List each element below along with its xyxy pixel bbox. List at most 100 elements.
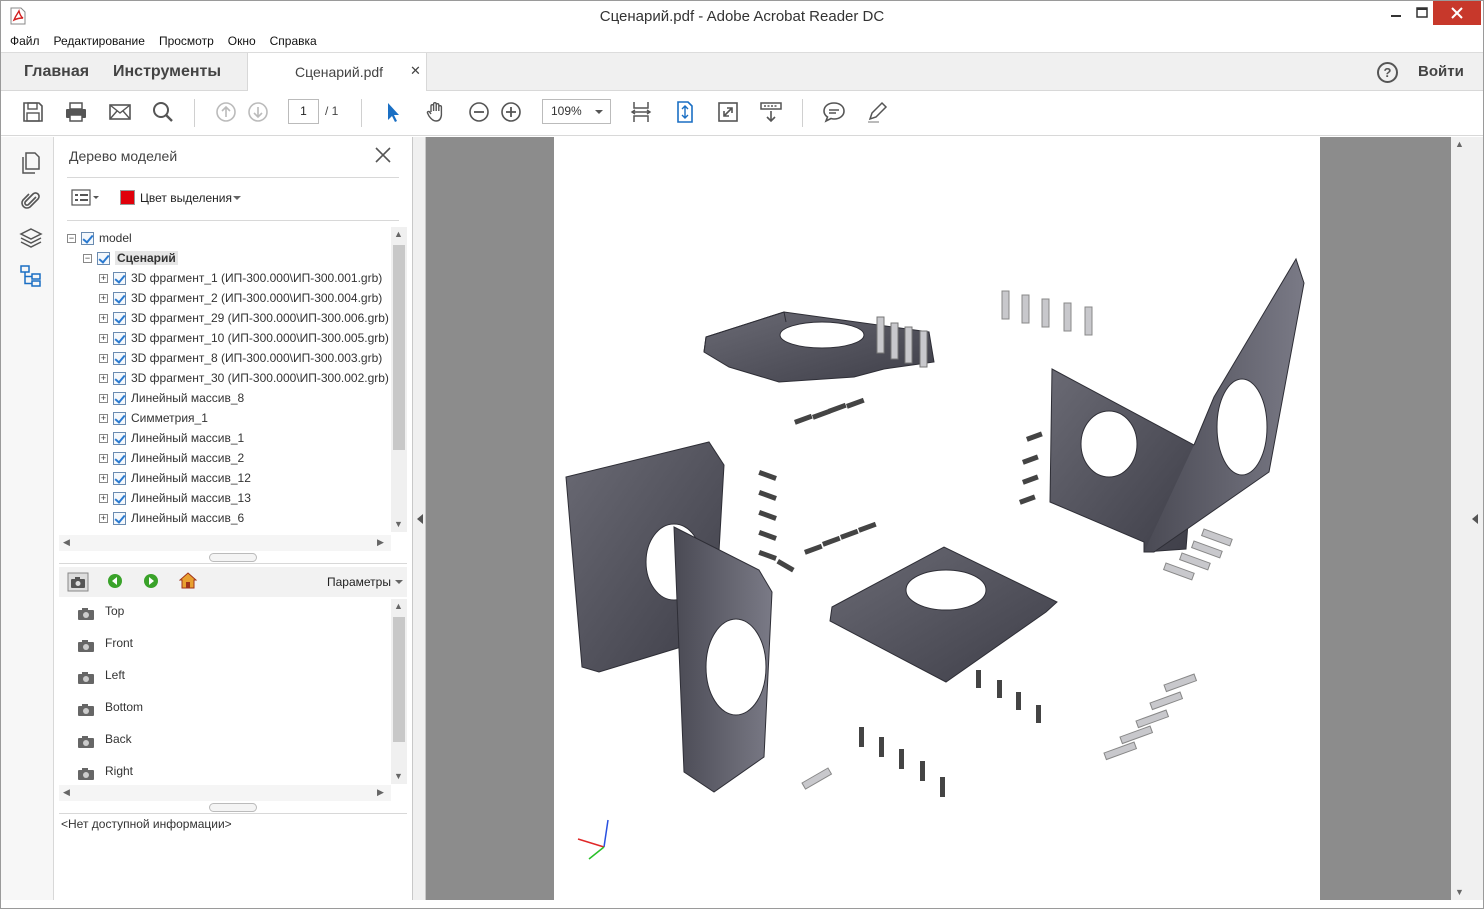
node-checkbox[interactable] — [113, 392, 126, 405]
scroll-left-arrow-icon[interactable]: ◀ — [63, 537, 70, 548]
expand-icon[interactable]: + — [99, 314, 108, 323]
view-item[interactable]: Bottom — [59, 695, 379, 723]
scrollbar-thumb[interactable] — [393, 245, 405, 450]
tab-tools[interactable]: Инструменты — [113, 63, 221, 81]
model-tree-icon[interactable] — [19, 264, 43, 288]
view-item[interactable]: Left — [59, 663, 379, 691]
node-checkbox[interactable] — [113, 352, 126, 365]
chevron-down-icon[interactable] — [395, 580, 403, 584]
print-icon[interactable] — [64, 100, 88, 124]
scroll-down-arrow-icon[interactable]: ▼ — [394, 519, 403, 529]
expand-icon[interactable]: + — [99, 334, 108, 343]
close-panel-icon[interactable] — [373, 145, 393, 165]
full-screen-icon[interactable] — [716, 100, 740, 124]
node-checkbox[interactable] — [113, 412, 126, 425]
expand-icon[interactable]: + — [99, 294, 108, 303]
attachments-icon[interactable] — [19, 189, 43, 213]
pdf-page-3d-view[interactable] — [554, 137, 1320, 900]
views-params-label[interactable]: Параметры — [327, 575, 391, 589]
scroll-up-arrow-icon[interactable]: ▲ — [394, 229, 403, 239]
hand-icon[interactable] — [424, 100, 448, 124]
menu-help[interactable]: Справка — [261, 32, 322, 48]
page-number-input[interactable]: 1 — [288, 99, 319, 124]
node-checkbox[interactable] — [113, 292, 126, 305]
node-checkbox[interactable] — [113, 512, 126, 525]
pane-splitter[interactable] — [209, 803, 257, 812]
expand-icon[interactable]: + — [99, 414, 108, 423]
expand-icon[interactable]: + — [99, 274, 108, 283]
page-up-icon[interactable] — [214, 100, 238, 124]
expand-right-pane-icon[interactable] — [1471, 513, 1479, 525]
view-item[interactable]: Right — [59, 759, 379, 787]
expand-icon[interactable]: + — [99, 474, 108, 483]
menu-window[interactable]: Окно — [219, 32, 261, 48]
right-pane-handle[interactable] — [1467, 137, 1483, 900]
scroll-up-arrow-icon[interactable]: ▲ — [1455, 139, 1464, 149]
page-down-icon[interactable] — [246, 100, 270, 124]
scroll-right-arrow-icon[interactable]: ▶ — [377, 537, 384, 548]
expand-icon[interactable]: + — [99, 514, 108, 523]
document-scrollbar[interactable]: ▲ ▼ — [1451, 137, 1467, 900]
expand-icon[interactable]: + — [99, 354, 108, 363]
panel-collapse-handle[interactable] — [413, 137, 426, 900]
document-tab[interactable]: Сценарий.pdf ✕ — [247, 53, 427, 92]
3d-model-render[interactable] — [554, 137, 1320, 900]
views-scrollbar[interactable]: ▲ ▼ — [391, 599, 407, 784]
node-checkbox[interactable] — [113, 272, 126, 285]
scroll-right-arrow-icon[interactable]: ▶ — [377, 787, 384, 798]
node-checkbox[interactable] — [113, 472, 126, 485]
tree-options-icon[interactable] — [71, 189, 101, 207]
close-window-icon[interactable] — [1433, 1, 1481, 25]
node-checkbox[interactable] — [81, 232, 94, 245]
node-checkbox[interactable] — [113, 332, 126, 345]
expand-icon[interactable]: + — [99, 454, 108, 463]
scroll-up-arrow-icon[interactable]: ▲ — [394, 601, 403, 611]
pane-splitter[interactable] — [209, 553, 257, 562]
help-icon[interactable]: ? — [1377, 62, 1398, 83]
page-thumbnails-icon[interactable] — [19, 151, 43, 175]
expand-icon[interactable]: + — [99, 494, 108, 503]
menu-file[interactable]: Файл — [1, 32, 45, 48]
node-checkbox[interactable] — [113, 312, 126, 325]
scroll-down-arrow-icon[interactable]: ▼ — [394, 771, 403, 781]
signin-button[interactable]: Войти — [1418, 63, 1464, 80]
tree-hscrollbar[interactable]: ◀ ▶ — [59, 535, 391, 551]
node-checkbox[interactable] — [97, 252, 110, 265]
scroll-left-arrow-icon[interactable]: ◀ — [63, 787, 70, 798]
node-checkbox[interactable] — [113, 432, 126, 445]
camera-settings-icon[interactable] — [67, 572, 89, 592]
scrollbar-thumb[interactable] — [393, 617, 405, 742]
menu-view[interactable]: Просмотр — [150, 32, 219, 48]
view-item[interactable]: Top — [59, 599, 379, 627]
expand-icon[interactable]: + — [99, 374, 108, 383]
menu-edit[interactable]: Редактирование — [45, 32, 150, 48]
fit-page-icon[interactable] — [673, 100, 697, 124]
scroll-down-arrow-icon[interactable]: ▼ — [1455, 887, 1464, 897]
tab-home[interactable]: Главная — [24, 63, 89, 81]
node-checkbox[interactable] — [113, 452, 126, 465]
layers-icon[interactable] — [19, 226, 43, 250]
view-item[interactable]: Front — [59, 631, 379, 659]
zoom-in-icon[interactable] — [499, 100, 523, 124]
chevron-down-icon[interactable] — [233, 196, 241, 200]
read-mode-icon[interactable] — [759, 100, 783, 124]
highlight-color-swatch[interactable] — [120, 190, 135, 205]
tree-scrollbar[interactable]: ▲ ▼ — [391, 227, 407, 532]
views-hscrollbar[interactable]: ◀ ▶ — [59, 785, 391, 801]
select-cursor-icon[interactable] — [381, 100, 405, 124]
view-item[interactable]: Back — [59, 727, 379, 755]
node-checkbox[interactable] — [113, 372, 126, 385]
fit-width-icon[interactable] — [629, 100, 653, 124]
highlight-icon[interactable] — [865, 100, 889, 124]
node-checkbox[interactable] — [113, 492, 126, 505]
collapse-icon[interactable]: − — [67, 234, 76, 243]
email-icon[interactable] — [108, 100, 132, 124]
expand-icon[interactable]: + — [99, 434, 108, 443]
zoom-out-icon[interactable] — [467, 100, 491, 124]
next-view-icon[interactable] — [143, 573, 159, 589]
collapse-left-icon[interactable] — [416, 513, 424, 525]
save-icon[interactable] — [21, 100, 45, 124]
expand-icon[interactable]: + — [99, 394, 108, 403]
collapse-icon[interactable]: − — [83, 254, 92, 263]
search-icon[interactable] — [151, 100, 175, 124]
